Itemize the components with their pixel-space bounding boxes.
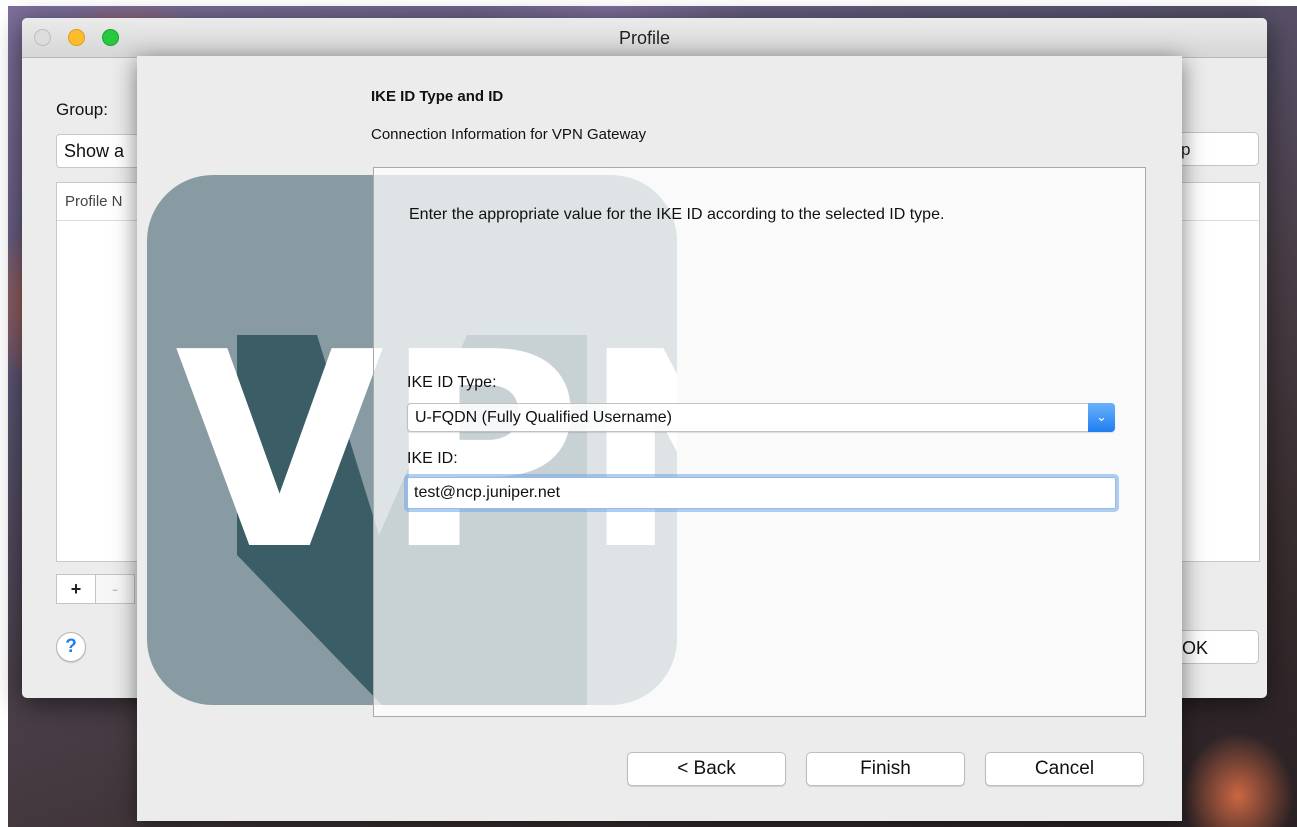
wizard-step-title: IKE ID Type and ID [371,88,504,105]
cancel-button[interactable]: Cancel [985,752,1144,786]
ike-id-type-label: IKE ID Type: [407,374,497,391]
group-setup-button[interactable]: p [1177,132,1259,166]
ike-id-label: IKE ID: [407,450,458,467]
ike-id-input[interactable] [407,477,1116,509]
ike-id-type-select[interactable]: U-FQDN (Fully Qualified Username) ⌄ [407,403,1115,432]
window-titlebar[interactable]: Profile [22,18,1267,58]
instruction-text: Enter the appropriate value for the IKE … [409,206,945,223]
group-label: Group: [56,100,108,119]
help-button[interactable]: ? [56,632,86,662]
ok-button[interactable]: OK [1177,630,1259,664]
remove-profile-button[interactable]: - [95,574,135,604]
window-title: Profile [618,28,671,48]
ike-id-type-value: U-FQDN (Fully Qualified Username) [415,409,672,426]
back-button[interactable]: < Back [627,752,786,786]
wizard-step-subtitle: Connection Information for VPN Gateway [371,126,647,143]
wizard-content-panel: Enter the appropriate value for the IKE … [373,167,1146,717]
add-profile-button[interactable]: + [56,574,96,604]
chevron-down-icon[interactable]: ⌄ [1088,403,1115,432]
finish-button[interactable]: Finish [806,752,965,786]
profile-wizard-sheet: VPN IKE ID Type and ID Connection Inform… [137,56,1182,821]
